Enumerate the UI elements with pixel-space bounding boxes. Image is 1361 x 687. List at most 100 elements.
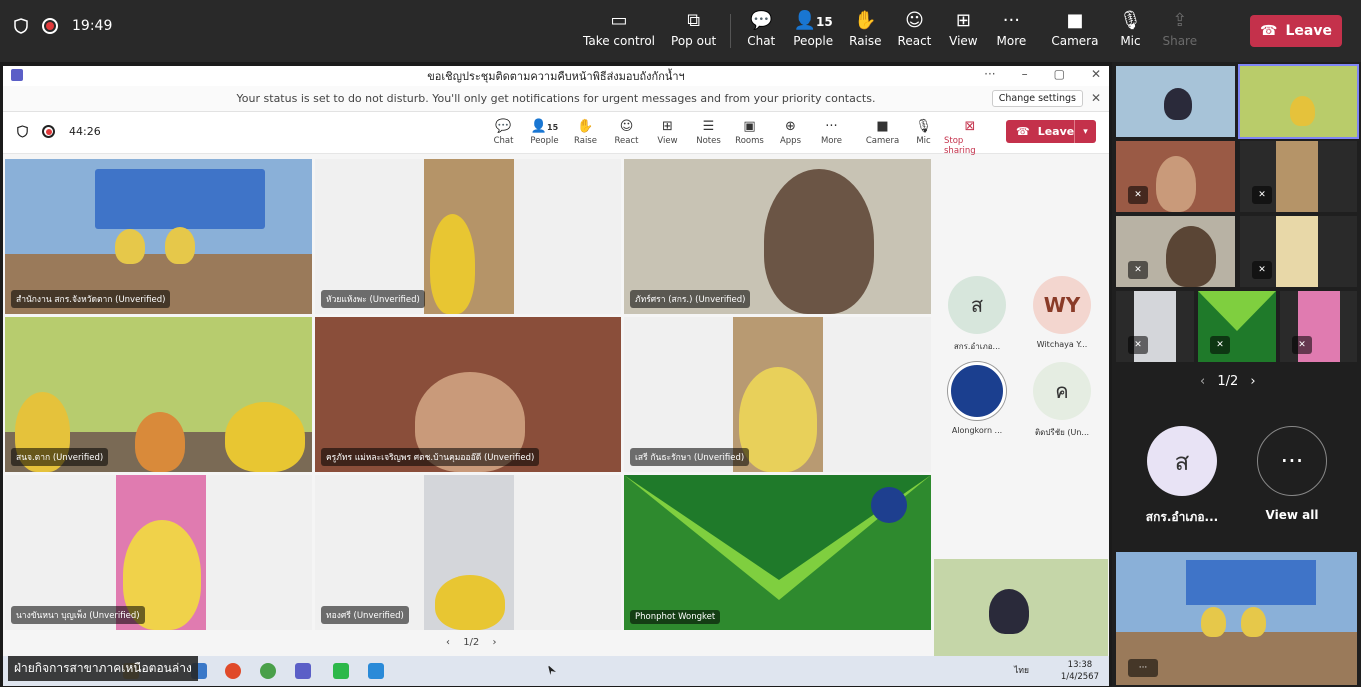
video-tile[interactable]: ทองศรี (Unverified) (315, 475, 621, 630)
more-icon: ··· (1002, 10, 1020, 31)
react-icon: ☺ (619, 119, 634, 134)
chevron-right-icon[interactable]: › (492, 637, 496, 648)
recording-icon (42, 125, 55, 138)
take-control-button[interactable]: ▭ Take control (575, 8, 663, 48)
video-tile[interactable]: ครูภัทร แม่หละเจริญพร ศตช.บ้านคุมอออ๊ดี … (315, 317, 621, 472)
meeting-time: 19:49 (72, 18, 113, 34)
chat-button[interactable]: 💬 Chat (483, 118, 524, 156)
raise-hand-icon: ✋ (854, 10, 877, 31)
notes-button[interactable]: ☰ Notes (688, 118, 729, 156)
restore-icon[interactable]: ▢ (1054, 67, 1065, 81)
mic-button[interactable]: 🎙 Mic (903, 118, 944, 156)
participant-avatar[interactable]: Alongkorn ... (937, 362, 1017, 435)
video-person (764, 169, 874, 314)
video-person (989, 589, 1029, 634)
video-tile[interactable]: สำนักงาน สกร.จังหวัดตาก (Unverified) (5, 159, 312, 314)
video-feed (1276, 216, 1318, 287)
chevron-left-icon[interactable]: ‹ (446, 637, 450, 648)
participant-name: ครูภัทร แม่หละเจริญพร ศตช.บ้านคุมอออ๊ดี … (321, 448, 540, 466)
mic-off-icon: ✕ (1128, 261, 1148, 279)
minimize-icon[interactable]: – (1022, 67, 1028, 81)
presenter-video-tile[interactable]: ··· (1116, 552, 1357, 685)
video-tile[interactable]: ✕ (1116, 141, 1235, 212)
video-tile-active[interactable] (1238, 64, 1359, 139)
more-icon[interactable]: ··· (1128, 659, 1158, 677)
grid-pager[interactable]: ‹ 1/2 › (446, 637, 496, 648)
app-icon[interactable] (368, 663, 384, 679)
meeting-status: 19:49 (14, 18, 112, 34)
video-tile[interactable]: ✕ (1240, 141, 1357, 212)
video-person (430, 214, 475, 314)
mic-off-icon: ✕ (1252, 261, 1272, 279)
self-view-tile[interactable] (934, 559, 1108, 656)
chrome-icon[interactable] (260, 663, 276, 679)
chevron-left-icon[interactable]: ‹ (1200, 374, 1205, 389)
panel-pager[interactable]: ‹ 1/2 › (1200, 374, 1256, 389)
video-person (435, 575, 505, 630)
meeting-timer: 44:26 (69, 125, 101, 138)
language-indicator[interactable]: ไทย (1014, 665, 1029, 677)
rooms-icon: ▣ (743, 119, 756, 134)
video-tile[interactable]: เสรี กันธะรักษา (Unverified) (624, 317, 931, 472)
people-button[interactable]: 👤15 People (524, 118, 565, 156)
phone-hangup-icon: ☎ (1260, 23, 1278, 39)
video-tile[interactable]: ✕ (1116, 216, 1235, 287)
more-icon[interactable]: ··· (984, 67, 995, 81)
video-person (1166, 226, 1216, 287)
meeting-topbar: 19:49 ▭ Take control ⧉ Pop out 💬 Chat 👤15 Pe… (0, 0, 1361, 62)
video-tile[interactable]: ภัทร์ศรา (สกร.) (Unverified) (624, 159, 931, 314)
video-tile[interactable]: ✕ (1280, 291, 1357, 362)
camera-button[interactable]: ■ Camera (1043, 8, 1106, 48)
react-button[interactable]: ☺ React (606, 118, 647, 156)
raise-hand-button[interactable]: ✋ Raise (841, 8, 889, 48)
chevron-down-icon[interactable]: ▾ (1074, 120, 1096, 143)
leave-button[interactable]: ☎ Leave (1250, 15, 1342, 47)
camera-button[interactable]: ■ Camera (862, 118, 903, 156)
change-settings-button[interactable]: Change settings (991, 90, 1083, 107)
chrome-icon[interactable] (225, 663, 241, 679)
close-icon[interactable]: ✕ (1091, 91, 1101, 105)
view-all-button[interactable]: ··· View all (1242, 426, 1342, 522)
phone-hangup-icon: ☎ (1016, 125, 1030, 138)
leave-button[interactable]: ☎ Leave ▾ (1006, 120, 1096, 143)
share-button[interactable]: ⇪ Share (1154, 8, 1205, 48)
dnd-banner-text: Your status is set to do not disturb. Yo… (236, 92, 876, 105)
video-tile[interactable]: หัวยแห้งพะ (Unverified) (315, 159, 621, 314)
view-button[interactable]: ⊞ View (939, 8, 987, 48)
presenter-caption: ฝ่ายกิจการสาขาภาคเหนือตอนล่าง (8, 656, 198, 681)
chevron-right-icon[interactable]: › (1250, 374, 1255, 389)
window-title: ขอเชิญประชุมติดตามความคืบหน้าพิธีส่งมอบถ… (427, 70, 685, 83)
video-backdrop (95, 169, 265, 229)
video-person (135, 412, 185, 472)
mic-button[interactable]: 🎙 Mic (1106, 8, 1154, 48)
rooms-button[interactable]: ▣ Rooms (729, 118, 770, 156)
react-button[interactable]: ☺ React (890, 8, 940, 48)
more-button[interactable]: ··· More (987, 8, 1035, 48)
apps-button[interactable]: ⊕ Apps (770, 118, 811, 156)
participant-avatar[interactable]: WY Witchaya Y... (1022, 276, 1102, 349)
people-button[interactable]: 👤15 People (785, 8, 841, 48)
line-icon[interactable] (333, 663, 349, 679)
participant-avatar[interactable]: ส สกร.อำเภอ... (1132, 426, 1232, 527)
participant-avatar[interactable]: คติดปรีชัย (Un... (1022, 362, 1102, 439)
video-tile[interactable]: Phonphot Wongket (624, 475, 931, 630)
close-icon[interactable]: ✕ (1091, 67, 1101, 81)
video-tile[interactable]: ✕ (1198, 291, 1276, 362)
participant-name: ภัทร์ศรา (สกร.) (Unverified) (630, 290, 751, 308)
apps-icon: ⊕ (785, 119, 796, 134)
video-tile[interactable]: ✕ (1240, 216, 1357, 287)
video-person (739, 367, 817, 472)
raise-hand-button[interactable]: ✋ Raise (565, 118, 606, 156)
video-tile[interactable] (1116, 66, 1235, 137)
view-button[interactable]: ⊞ View (647, 118, 688, 156)
participant-avatar[interactable]: สสกร.อำเภอ... (937, 276, 1017, 353)
more-button[interactable]: ··· More (811, 118, 852, 156)
pop-out-button[interactable]: ⧉ Pop out (663, 8, 724, 48)
video-tile[interactable]: สนจ.ตาก (Unverified) (5, 317, 312, 472)
video-tile[interactable]: นางขันหนา บุญเพ็ง (Unverified) (5, 475, 312, 630)
video-tile[interactable]: ✕ (1116, 291, 1194, 362)
stop-sharing-button[interactable]: ⊠ Stop sharing (944, 118, 996, 156)
share-icon: ⇪ (1172, 10, 1188, 31)
chat-button[interactable]: 💬 Chat (737, 8, 785, 48)
teams-icon[interactable] (295, 663, 311, 679)
